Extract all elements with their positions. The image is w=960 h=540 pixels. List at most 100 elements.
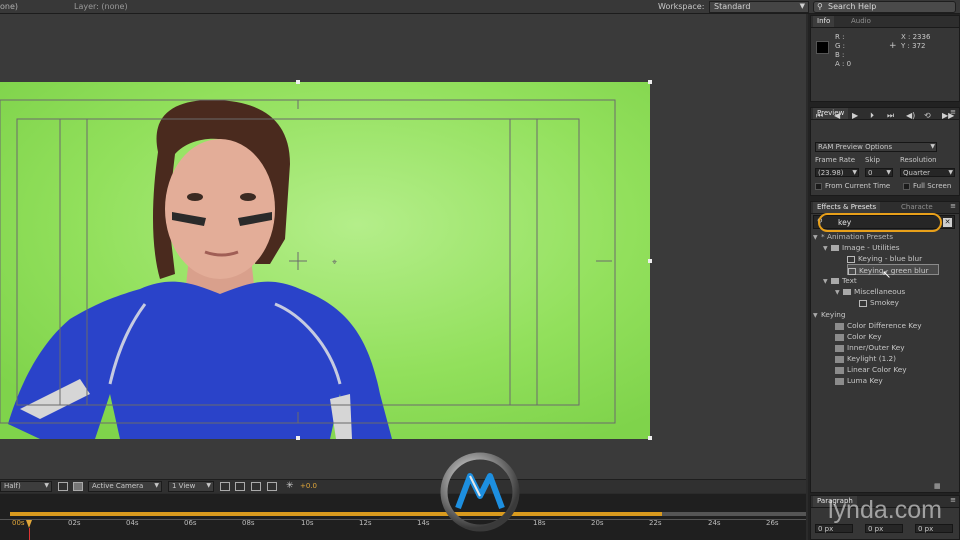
timeline-panel[interactable] [0, 494, 806, 540]
frame-rate-label: Frame Rate [815, 156, 856, 164]
tree-label: Keying [821, 310, 846, 319]
tree-effect-color-difference-key[interactable]: Color Difference Key [835, 320, 922, 331]
tab-effects-presets[interactable]: Effects & Presets [813, 202, 881, 213]
search-help-input[interactable]: ⚲ Search Help [813, 1, 956, 13]
tree-label: Text [842, 276, 857, 285]
composition-canvas[interactable]: ⌖ [0, 14, 806, 479]
chevron-down-icon: ▼ [852, 169, 857, 176]
timeline-icon[interactable] [251, 482, 261, 491]
folder-icon [831, 278, 839, 284]
ram-preview-icon[interactable]: ▶▶ [942, 111, 954, 120]
play-icon[interactable]: ▶ [852, 111, 858, 120]
panel-menu-icon[interactable]: ≡ [950, 202, 956, 210]
loop-icon[interactable]: ⟲ [924, 111, 931, 120]
current-time-indicator[interactable] [29, 528, 30, 540]
work-area-bar[interactable] [10, 512, 662, 516]
tree-effect-color-key[interactable]: Color Key [835, 331, 882, 342]
fast-previews-icon[interactable] [235, 482, 245, 491]
transparency-grid-icon[interactable] [73, 482, 83, 491]
from-current-time-checkbox[interactable]: From Current Time [815, 182, 890, 190]
ram-preview-options-dropdown[interactable]: RAM Preview Options ▼ [815, 142, 937, 152]
viewer-toolbar: Half) ▼ Active Camera ▼ 1 View ▼ ✳ +0.0 [0, 479, 806, 493]
info-panel-header: Info Audio [811, 16, 959, 28]
checkbox-icon [903, 182, 910, 190]
tab-info[interactable]: Info [813, 16, 835, 27]
indent-right-field[interactable]: 0 px [865, 524, 903, 533]
toggle-pixel-aspect-icon[interactable] [220, 482, 230, 491]
layer-tab[interactable]: Layer: (none) [74, 2, 194, 14]
time-tick: 10s [301, 519, 314, 527]
camera-dropdown[interactable]: Active Camera ▼ [88, 481, 162, 492]
audio-icon[interactable]: ◀) [906, 111, 915, 120]
composition-tab[interactable]: one) [0, 2, 70, 14]
chevron-down-icon: ▼ [799, 2, 805, 10]
last-frame-icon[interactable]: ⏭ [887, 111, 894, 121]
anchor-point-icon: ⌖ [332, 258, 337, 268]
tree-effect-linear-color-key[interactable]: Linear Color Key [835, 364, 907, 375]
time-ruler-line [0, 519, 806, 520]
indent-right-value: 0 px [868, 525, 884, 533]
full-screen-checkbox[interactable]: Full Screen [903, 182, 951, 190]
frame-rate-field[interactable]: (23.98) ▼ [815, 168, 859, 177]
info-red-channel: R : [835, 33, 845, 41]
tree-preset-keying-blue-blur[interactable]: Keying - blue blur [847, 253, 922, 264]
tree-label: Smokey [870, 298, 899, 307]
time-tick: 02s [68, 519, 81, 527]
time-tick: 04s [126, 519, 139, 527]
twirl-down-icon: ▼ [823, 245, 828, 252]
work-area-remainder [662, 512, 806, 516]
exposure-icon[interactable]: ✳ [286, 481, 294, 491]
tree-folder-text[interactable]: ▼ Text [823, 275, 857, 286]
first-frame-icon[interactable]: ⏮ [816, 111, 823, 121]
tree-label: Keylight (1.2) [847, 354, 897, 363]
tree-group-animation-presets[interactable]: ▼ * Animation Presets [813, 231, 893, 242]
region-of-interest-icon[interactable] [58, 482, 68, 491]
tab-audio[interactable]: Audio [847, 16, 875, 27]
lynda-watermark: lynda.com [828, 496, 942, 524]
effect-icon [835, 377, 844, 385]
previous-frame-icon[interactable]: ◀ [834, 111, 840, 120]
clear-search-icon[interactable]: ✕ [943, 218, 952, 227]
skip-field[interactable]: 0 ▼ [865, 168, 893, 177]
effect-icon [835, 366, 844, 374]
chevron-down-icon: ▼ [886, 169, 891, 176]
comp-flowchart-icon[interactable] [267, 482, 277, 491]
resolution-label: Resolution [900, 156, 937, 164]
info-x-readout: X : 2336 [901, 33, 931, 41]
tree-preset-keying-green-blur[interactable]: Keying - green blur [847, 264, 939, 275]
tree-effect-keylight[interactable]: Keylight (1.2) [835, 353, 896, 364]
tab-character[interactable]: Characte [897, 202, 937, 213]
layer-handle[interactable] [648, 259, 652, 263]
twirl-down-icon: ▼ [813, 312, 818, 319]
view-layout-dropdown[interactable]: 1 View ▼ [168, 481, 214, 492]
indent-first-field[interactable]: 0 px [915, 524, 953, 533]
preset-icon [848, 267, 856, 275]
resolution-field[interactable]: Quarter ▼ [900, 168, 955, 177]
layer-handle[interactable] [296, 80, 300, 84]
info-y-readout: Y : 372 [901, 42, 926, 50]
tree-label: Color Difference Key [847, 321, 922, 330]
effects-tree: ▼ * Animation Presets ▼ Image - Utilities … [813, 231, 955, 391]
folder-icon [831, 245, 839, 251]
layer-handle[interactable] [648, 436, 652, 440]
view-layout-value: 1 View [172, 482, 196, 490]
twirl-down-icon: ▼ [835, 289, 840, 296]
tree-folder-image-utilities[interactable]: ▼ Image - Utilities [823, 242, 900, 253]
tree-folder-miscellaneous[interactable]: ▼ Miscellaneous [835, 286, 905, 297]
tree-group-keying[interactable]: ▼ Keying [813, 309, 846, 320]
workspace-dropdown[interactable]: Standard ▼ [709, 1, 809, 13]
layer-handle[interactable] [648, 80, 652, 84]
tree-effect-luma-key[interactable]: Luma Key [835, 375, 883, 386]
center-logo-watermark [440, 452, 520, 532]
panel-menu-icon[interactable]: ≡ [950, 496, 956, 504]
indent-left-field[interactable]: 0 px [815, 524, 853, 533]
playhead-icon[interactable] [26, 520, 32, 528]
new-folder-icon[interactable]: ▦ [934, 482, 941, 490]
tree-preset-smokey[interactable]: Smokey [859, 297, 899, 308]
tree-effect-inner-outer-key[interactable]: Inner/Outer Key [835, 342, 905, 353]
exposure-value[interactable]: +0.0 [300, 482, 317, 490]
resolution-dropdown[interactable]: Half) ▼ [0, 481, 52, 492]
next-frame-icon[interactable]: ⏵ [870, 111, 874, 121]
layer-handle[interactable] [296, 436, 300, 440]
time-tick: 12s [359, 519, 372, 527]
